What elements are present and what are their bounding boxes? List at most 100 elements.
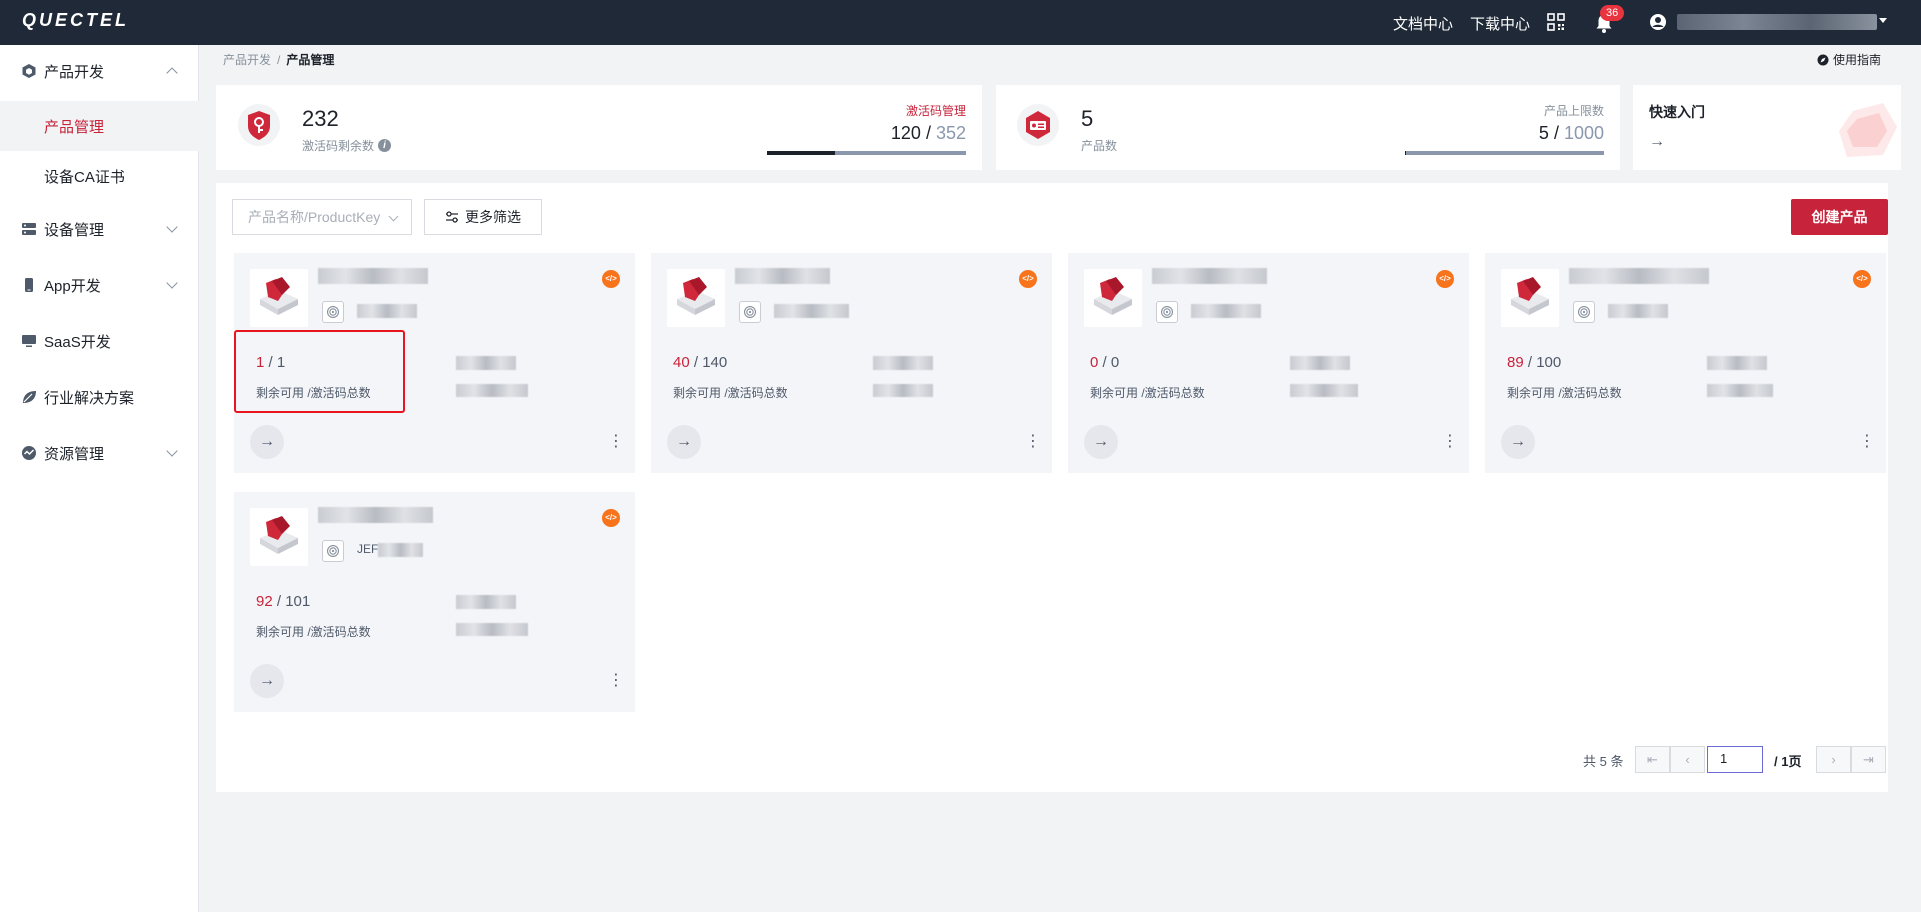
product-meta-redacted xyxy=(1707,384,1773,397)
open-product-arrow-icon[interactable]: → xyxy=(667,425,701,459)
activation-remaining: 92 xyxy=(256,593,273,610)
user-icon[interactable] xyxy=(1649,13,1667,31)
create-product-button[interactable]: 创建产品 xyxy=(1791,199,1888,235)
activation-slash: / xyxy=(1098,354,1111,371)
sidebar-item-industry-solutions[interactable]: 行业解决方案 xyxy=(0,375,199,419)
fingerprint-icon xyxy=(322,301,344,323)
sidebar-item-device-management[interactable]: 设备管理 xyxy=(0,207,199,251)
open-product-arrow-icon[interactable]: → xyxy=(250,664,284,698)
server-icon xyxy=(22,223,36,235)
more-actions-icon[interactable]: ⋮ xyxy=(608,432,624,452)
breadcrumb-separator: / xyxy=(277,53,281,67)
product-card[interactable]: </> 0 / 0 剩余可用 /激活码总数 → ⋮ xyxy=(1068,253,1469,473)
product-name[interactable] xyxy=(318,267,428,285)
product-meta-redacted xyxy=(873,384,933,397)
more-actions-icon[interactable]: ⋮ xyxy=(1859,432,1875,452)
open-product-arrow-icon[interactable]: → xyxy=(1084,425,1118,459)
product-key-redacted xyxy=(1191,303,1261,318)
code-icon: </> xyxy=(1853,270,1871,288)
product-thumbnail-icon xyxy=(667,269,725,327)
sidebar-item-label: 产品管理 xyxy=(44,118,105,136)
compass-icon xyxy=(1817,54,1829,65)
cube-icon xyxy=(22,64,36,78)
activation-count: 89 / 100 xyxy=(1507,354,1561,371)
sidebar-item-saas-dev[interactable]: SaaS开发 xyxy=(0,319,199,363)
sidebar-item-app-dev[interactable]: App开发 xyxy=(0,263,199,307)
product-card[interactable]: JEF </> 92 / 101 剩余可用 /激活码总数 → ⋮ xyxy=(234,492,635,712)
product-name[interactable] xyxy=(1569,267,1709,285)
product-meta-redacted xyxy=(1290,356,1350,370)
product-meta-redacted xyxy=(1707,356,1767,370)
open-product-arrow-icon[interactable]: → xyxy=(1501,425,1535,459)
product-limit-value: 1000 xyxy=(1563,123,1604,143)
sidebar-item-label: 产品开发 xyxy=(44,63,105,81)
product-name-redacted xyxy=(318,267,428,284)
qr-code-icon[interactable] xyxy=(1547,13,1565,31)
sidebar-item-product-dev[interactable]: 产品开发 xyxy=(0,49,199,93)
pagination-first-button[interactable]: ⇤ xyxy=(1635,746,1670,773)
product-meta-redacted xyxy=(1290,384,1358,397)
activation-remaining: 89 xyxy=(1507,354,1524,371)
activation-ratio-slash: / xyxy=(920,123,936,143)
filter-sliders-icon xyxy=(446,211,458,223)
more-actions-icon[interactable]: ⋮ xyxy=(1442,432,1458,452)
activation-slash: / xyxy=(689,354,703,371)
breadcrumb-parent[interactable]: 产品开发 xyxy=(223,53,271,67)
sidebar: 产品开发 产品管理 设备CA证书 设备管理 App开发 SaaS开发 行业解决方… xyxy=(0,45,199,912)
activation-slash: / xyxy=(272,593,286,610)
activation-total-value: 352 xyxy=(935,123,966,143)
activation-total: 0 xyxy=(1110,354,1120,371)
product-key xyxy=(1191,303,1261,318)
product-name[interactable] xyxy=(1152,267,1267,285)
quectel-logo[interactable]: QUECTEL xyxy=(22,10,129,31)
product-ratio-slash: / xyxy=(1548,123,1564,143)
chevron-up-icon xyxy=(166,67,178,79)
activation-code-management-link[interactable]: 激活码管理 xyxy=(866,102,966,119)
pagination-prev-button[interactable]: ‹ xyxy=(1670,746,1705,773)
sidebar-item-device-ca-cert[interactable]: 设备CA证书 xyxy=(0,151,199,201)
more-actions-icon[interactable]: ⋮ xyxy=(608,671,624,691)
quick-start-arrow-icon[interactable]: → xyxy=(1649,133,1665,151)
activation-count-label: 剩余可用 /激活码总数 xyxy=(256,625,371,639)
more-filters-button[interactable]: 更多筛选 xyxy=(424,199,542,235)
code-icon: </> xyxy=(1436,270,1454,288)
resource-icon xyxy=(22,446,36,460)
activation-progress-fill xyxy=(767,151,835,155)
product-card[interactable]: </> 89 / 100 剩余可用 /激活码总数 → ⋮ xyxy=(1485,253,1886,473)
pagination-page-input[interactable]: 1 xyxy=(1707,746,1763,773)
product-search-input[interactable]: 产品名称/ProductKey xyxy=(232,199,412,235)
sidebar-item-product-management[interactable]: 产品管理 xyxy=(0,101,199,151)
doc-center-link[interactable]: 文档中心 xyxy=(1393,13,1453,34)
user-menu-caret-icon[interactable] xyxy=(1879,18,1887,23)
product-limit-ratio: 5 / 1000 xyxy=(1454,123,1604,144)
leaf-icon xyxy=(23,391,36,403)
product-name[interactable] xyxy=(735,267,830,285)
quick-start-title: 快速入门 xyxy=(1649,104,1705,120)
user-name-redacted[interactable] xyxy=(1677,14,1877,30)
product-key-redacted xyxy=(357,303,417,318)
pagination-page-count: / 1页 xyxy=(1774,754,1802,769)
product-card[interactable]: </> 40 / 140 剩余可用 /激活码总数 → ⋮ xyxy=(651,253,1052,473)
info-icon[interactable]: i xyxy=(378,139,392,152)
pagination-next-button[interactable]: › xyxy=(1816,746,1851,773)
open-product-arrow-icon[interactable]: → xyxy=(250,425,284,459)
product-name-redacted xyxy=(1152,267,1267,284)
more-actions-icon[interactable]: ⋮ xyxy=(1025,432,1041,452)
download-center-link[interactable]: 下载中心 xyxy=(1470,13,1530,34)
product-meta-redacted xyxy=(456,356,516,370)
quick-start-illustration-icon xyxy=(1839,103,1897,157)
product-limit-progress-bar xyxy=(1405,151,1604,155)
pagination-last-button[interactable]: ⇥ xyxy=(1851,746,1886,773)
sidebar-item-label: 行业解决方案 xyxy=(44,389,135,407)
product-key-redacted xyxy=(378,542,424,557)
product-id-icon xyxy=(1017,104,1059,146)
product-key xyxy=(357,303,417,318)
activation-total: 101 xyxy=(285,593,311,610)
top-bar: QUECTEL 文档中心 下载中心 36 xyxy=(0,0,1921,45)
product-thumbnail-icon xyxy=(250,269,308,327)
activation-progress-bar xyxy=(767,151,966,155)
user-guide-link[interactable]: 使用指南 xyxy=(1817,51,1881,68)
product-name[interactable] xyxy=(318,506,433,524)
sidebar-item-resource-management[interactable]: 资源管理 xyxy=(0,431,199,475)
product-key-redacted xyxy=(774,303,849,318)
